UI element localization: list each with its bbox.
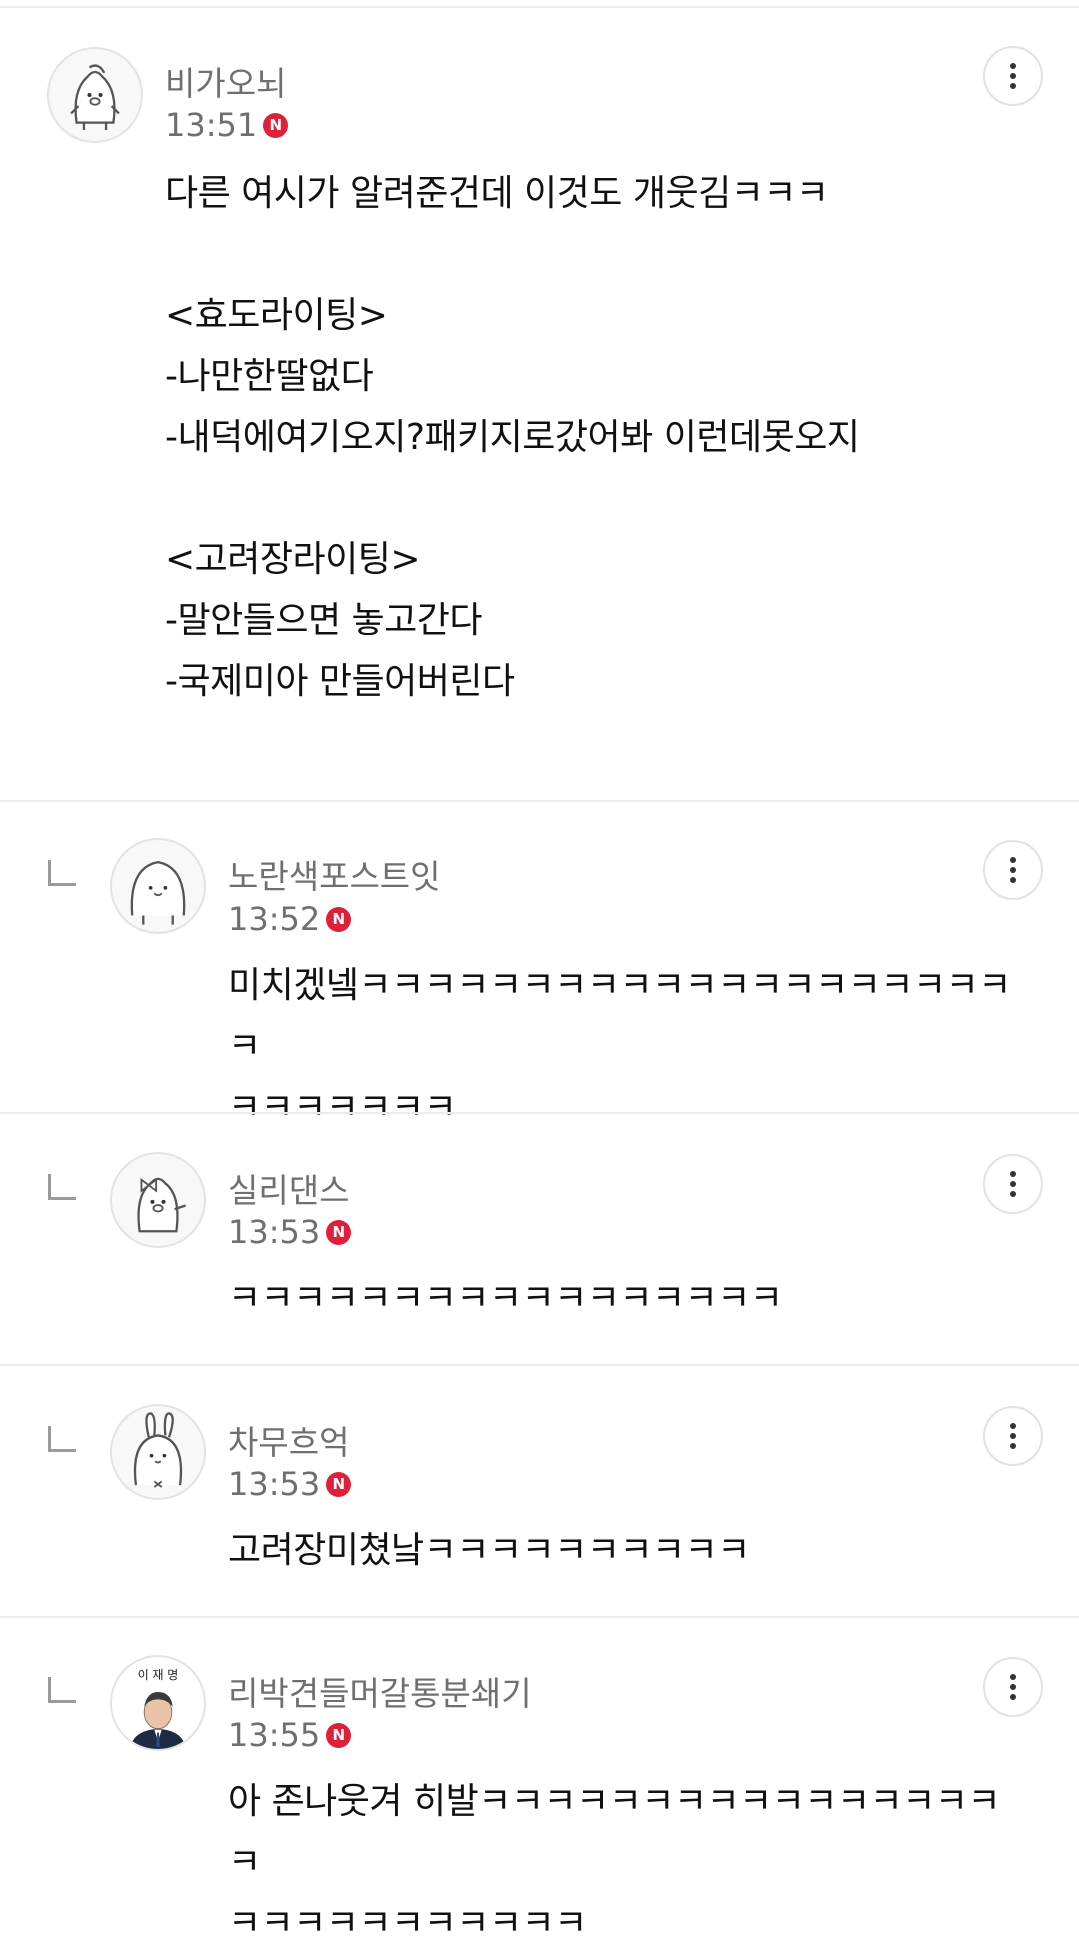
comment-body: ㅋㅋㅋㅋㅋㅋㅋㅋㅋㅋㅋㅋㅋㅋㅋㅋㅋ [228,1278,783,1319]
comment-body: 미치겠넼ㅋㅋㅋㅋㅋㅋㅋㅋㅋㅋㅋㅋㅋㅋㅋㅋㅋㅋㅋㅋㅋ ㅋㅋㅋㅋㅋㅋㅋ [228,965,1011,1128]
more-options-button[interactable] [983,840,1043,900]
rabbit-avatar-icon[interactable] [110,1404,206,1500]
more-vertical-icon [1010,857,1016,883]
more-options-button[interactable] [983,1154,1043,1214]
time-text: 13:53 [228,1213,321,1251]
comment-author[interactable]: 노란색포스트잇 [228,850,441,898]
time-text: 13:51 [165,106,258,144]
comment-time: 13:55 N [228,1716,352,1754]
time-text: 13:53 [228,1465,321,1503]
time-text: 13:55 [228,1716,321,1754]
comment-divider [0,1616,1079,1618]
new-badge: N [326,1471,352,1497]
time-text: 13:52 [228,900,321,938]
reply-arrow-icon [48,1677,76,1703]
reply-arrow-icon [48,1174,76,1200]
new-badge: N [263,112,289,138]
more-vertical-icon [1010,1674,1016,1700]
new-badge: N [326,1219,352,1245]
comment-divider [0,800,1079,802]
comment-body: 다른 여시가 알려준건데 이것도 개웃김ㅋㅋㅋ <효도라이팅> -나만한딸없다 … [165,173,860,702]
reply-arrow-icon [48,1426,76,1452]
more-options-button[interactable] [983,1657,1043,1717]
comment-author[interactable]: 비가오뇌 [165,57,286,105]
comment-divider [0,1112,1079,1114]
comment-body: 고려장미쳤낰ㅋㅋㅋㅋㅋㅋㅋㅋㅋㅋ [228,1530,750,1571]
blob-avatar-icon[interactable] [110,838,206,934]
portrait-avatar-icon[interactable]: 이 재 명 [110,1655,206,1751]
more-options-button[interactable] [983,46,1043,106]
comment-divider [0,1364,1079,1366]
new-badge: N [326,1722,352,1748]
penguin-bow-avatar-icon[interactable] [110,1152,206,1248]
avatar-caption: 이 재 명 [138,1668,179,1682]
comment-author[interactable]: 실리댄스 [228,1164,349,1212]
more-vertical-icon [1010,1423,1016,1449]
more-vertical-icon [1010,1171,1016,1197]
comment-author[interactable]: 리박견들머갈통분쇄기 [228,1667,532,1715]
penguin-avatar-icon[interactable] [47,47,143,143]
more-options-button[interactable] [983,1406,1043,1466]
comment-body: 아 존나웃겨 히발ㅋㅋㅋㅋㅋㅋㅋㅋㅋㅋㅋㅋㅋㅋㅋㅋㅋ ㅋㅋㅋㅋㅋㅋㅋㅋㅋㅋㅋ [228,1781,1001,1944]
comment-time: 13:53 N [228,1213,352,1251]
more-vertical-icon [1010,63,1016,89]
comment-time: 13:52 N [228,900,352,938]
new-badge: N [326,906,352,932]
comment-author[interactable]: 차무흐억 [228,1416,349,1464]
reply-arrow-icon [48,860,76,886]
comment-time: 13:53 N [228,1465,352,1503]
top-divider [0,6,1079,8]
comment-time: 13:51 N [165,106,289,144]
